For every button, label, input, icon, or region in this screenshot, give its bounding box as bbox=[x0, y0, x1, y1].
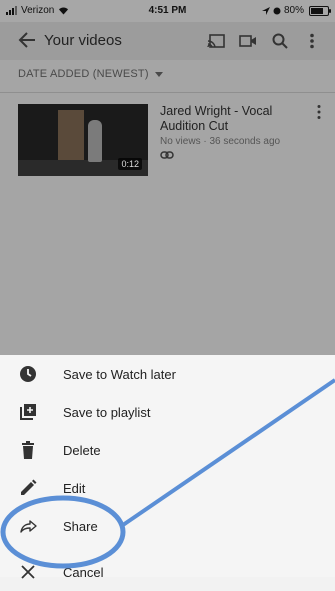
camera-button[interactable] bbox=[235, 28, 261, 54]
pencil-icon bbox=[21, 479, 37, 495]
cast-icon bbox=[207, 34, 225, 48]
chevron-down-icon bbox=[154, 71, 163, 77]
playlist-add-icon bbox=[20, 404, 36, 420]
share-item[interactable]: Share bbox=[0, 507, 335, 545]
video-more-icon[interactable] bbox=[314, 104, 324, 120]
save-watch-later-label: Save to Watch later bbox=[63, 366, 176, 382]
clock-icon bbox=[20, 366, 36, 382]
app-bar: Your videos bbox=[0, 22, 335, 60]
divider bbox=[0, 92, 335, 93]
battery-icon bbox=[309, 5, 331, 16]
alarm-icon bbox=[273, 7, 281, 14]
status-right: 80% bbox=[261, 5, 331, 16]
save-playlist-item[interactable]: Save to playlist bbox=[0, 393, 335, 431]
video-title[interactable]: Jared Wright - Vocal Audition Cut bbox=[160, 104, 310, 134]
share-label: Share bbox=[63, 518, 98, 534]
status-bar: Verizon 4:51 PM 80% bbox=[0, 0, 335, 22]
battery-percent: 80% bbox=[283, 5, 304, 16]
search-icon bbox=[272, 33, 288, 49]
more-vert-icon bbox=[310, 33, 314, 49]
save-watch-later-item[interactable]: Save to Watch later bbox=[0, 355, 335, 393]
video-item[interactable]: 0:12 Jared Wright - Vocal Audition Cut N… bbox=[18, 104, 321, 178]
close-icon bbox=[21, 565, 35, 579]
video-meta: No views · 36 seconds ago bbox=[160, 136, 281, 147]
search-button[interactable] bbox=[267, 28, 293, 54]
edit-item[interactable]: Edit bbox=[0, 469, 335, 507]
sort-dropdown[interactable]: DATE ADDED (NEWEST) bbox=[18, 68, 163, 80]
link-icon bbox=[160, 151, 174, 159]
video-list: DATE ADDED (NEWEST) 0:12 Jared Wright - … bbox=[0, 60, 335, 355]
overflow-menu-button[interactable] bbox=[299, 28, 325, 54]
cast-button[interactable] bbox=[203, 28, 229, 54]
video-thumbnail[interactable]: 0:12 bbox=[18, 104, 148, 176]
back-arrow-icon[interactable] bbox=[16, 28, 38, 52]
video-duration: 0:12 bbox=[118, 158, 142, 170]
delete-item[interactable]: Delete bbox=[0, 431, 335, 469]
save-playlist-label: Save to playlist bbox=[63, 404, 151, 420]
delete-label: Delete bbox=[63, 442, 101, 458]
page-title: Your videos bbox=[44, 32, 122, 49]
location-icon bbox=[261, 6, 270, 15]
header-actions bbox=[203, 28, 325, 54]
trash-icon bbox=[22, 441, 34, 459]
action-sheet: Save to Watch later Save to playlist Del… bbox=[0, 355, 335, 580]
cancel-label: Cancel bbox=[63, 564, 104, 580]
edit-label: Edit bbox=[63, 480, 86, 496]
video-camera-icon bbox=[239, 35, 256, 47]
cancel-item[interactable]: Cancel bbox=[0, 553, 335, 591]
share-icon bbox=[20, 520, 37, 533]
sort-label: DATE ADDED (NEWEST) bbox=[18, 68, 149, 80]
